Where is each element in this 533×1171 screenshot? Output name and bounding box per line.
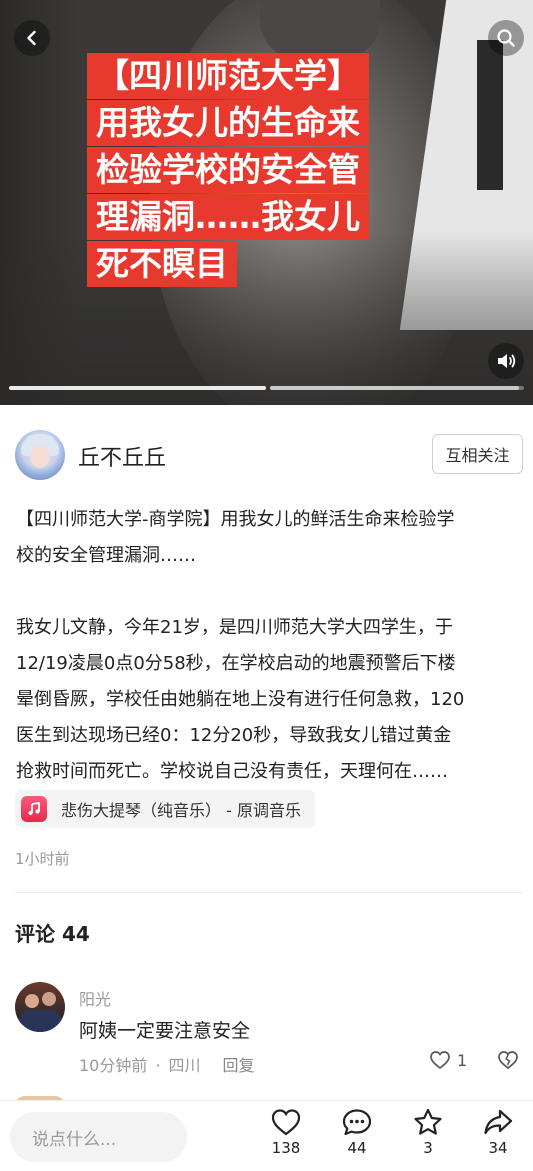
post-text: 【四川师范大学-商学院】用我女儿的鲜活生命来检验学 校的安全管理漏洞…… 我女儿… [16, 502, 522, 790]
speaker-icon [498, 354, 516, 368]
chevron-left-icon [27, 30, 36, 46]
comment-text: 阿姨一定要注意安全 [79, 1020, 251, 1042]
post-line: 校的安全管理漏洞…… [16, 545, 196, 566]
bottom-action-bar: 说点什么... 138 44 3 34 [0, 1100, 533, 1171]
comment-location: 四川 [168, 1056, 201, 1075]
banner-line: 用我女儿的生命来 [87, 100, 369, 146]
music-note-icon [21, 796, 47, 822]
video-progress-segment[interactable] [9, 386, 266, 390]
comment-bubble-icon [342, 1109, 372, 1136]
music-tag[interactable]: 悲伤大提琴（纯音乐） - 原调音乐 [15, 790, 315, 828]
video-progress-fill [9, 386, 266, 390]
like-button[interactable]: 138 [264, 1107, 308, 1157]
comment-like-count: 1 [457, 1050, 468, 1070]
star-icon [414, 1108, 442, 1135]
author-name[interactable]: 丘不丘丘 [78, 440, 166, 472]
post-line: 【四川师范大学-商学院】用我女儿的鲜活生命来检验学 [16, 509, 455, 530]
heart-icon [271, 1109, 301, 1136]
banner-line: 理漏洞……我女儿 [87, 194, 369, 240]
search-icon [497, 29, 515, 47]
banner-line: 死不瞑目 [87, 241, 237, 287]
video-progress-segment[interactable] [270, 386, 524, 390]
comment-meta: 10分钟前 · 四川 回复 [79, 1052, 263, 1076]
heart-icon [430, 1051, 450, 1070]
post-time: 1小时前 [15, 850, 70, 868]
share-count: 34 [488, 1139, 508, 1157]
video-frame-text-block [477, 40, 503, 190]
share-arrow-icon [484, 1109, 513, 1135]
post-line: 医生到达现场已经0：12分20秒，导致我女儿错过黄金 [16, 725, 452, 746]
comment-like-button[interactable]: 1 [429, 1050, 467, 1070]
sound-toggle-button[interactable] [488, 343, 524, 379]
like-count: 138 [271, 1139, 301, 1157]
comment-time: 10分钟前 [79, 1056, 148, 1075]
comment-dislike-button[interactable] [497, 1050, 519, 1074]
post-line: 抢救时间而死亡。学校说自己没有责任，天理何在…… [16, 761, 448, 782]
music-title: 悲伤大提琴（纯音乐） - 原调音乐 [61, 801, 301, 820]
divider [15, 892, 523, 893]
comment-item: 阳光 阿姨一定要注意安全 10分钟前 · 四川 回复 1 [15, 980, 523, 1080]
post-line-gap [16, 574, 522, 610]
back-button[interactable] [14, 20, 50, 56]
broken-heart-icon [498, 1051, 518, 1070]
comment-input[interactable]: 说点什么... [10, 1112, 187, 1162]
reply-button[interactable]: 回复 [222, 1056, 254, 1075]
video-frame-shape [260, 0, 380, 60]
video-frame-shade-left [0, 0, 80, 405]
favorite-count: 3 [423, 1139, 433, 1157]
comment-count: 44 [347, 1139, 367, 1157]
comments-title: 评论 44 [15, 922, 90, 946]
search-button[interactable] [488, 20, 524, 56]
video-progress-fill [270, 386, 519, 390]
post-line: 12/19凌晨0点0分58秒，在学校启动的地震预警后下楼 [16, 653, 456, 674]
video-title-banner: 【四川师范大学】 用我女儿的生命来 检验学校的安全管 理漏洞……我女儿 死不瞑目 [87, 53, 409, 288]
avatar[interactable] [15, 982, 65, 1032]
comment-button[interactable]: 44 [335, 1107, 379, 1157]
banner-line: 检验学校的安全管 [87, 147, 369, 193]
comment-author[interactable]: 阳光 [79, 986, 111, 1010]
post-line: 我女儿文静，今年21岁，是四川师范大学大四学生，于 [16, 617, 453, 638]
meta-separator: · [155, 1056, 161, 1075]
video-player[interactable]: 【四川师范大学】 用我女儿的生命来 检验学校的安全管 理漏洞……我女儿 死不瞑目 [0, 0, 533, 405]
banner-line: 【四川师范大学】 [87, 53, 369, 99]
follow-button[interactable]: 互相关注 [432, 434, 523, 474]
favorite-button[interactable]: 3 [406, 1107, 450, 1157]
share-button[interactable]: 34 [476, 1107, 520, 1157]
post-line: 晕倒昏厥，学校任由她躺在地上没有进行任何急救，120 [16, 689, 465, 710]
avatar[interactable] [15, 430, 65, 480]
author-row: 丘不丘丘 互相关注 [15, 430, 523, 480]
